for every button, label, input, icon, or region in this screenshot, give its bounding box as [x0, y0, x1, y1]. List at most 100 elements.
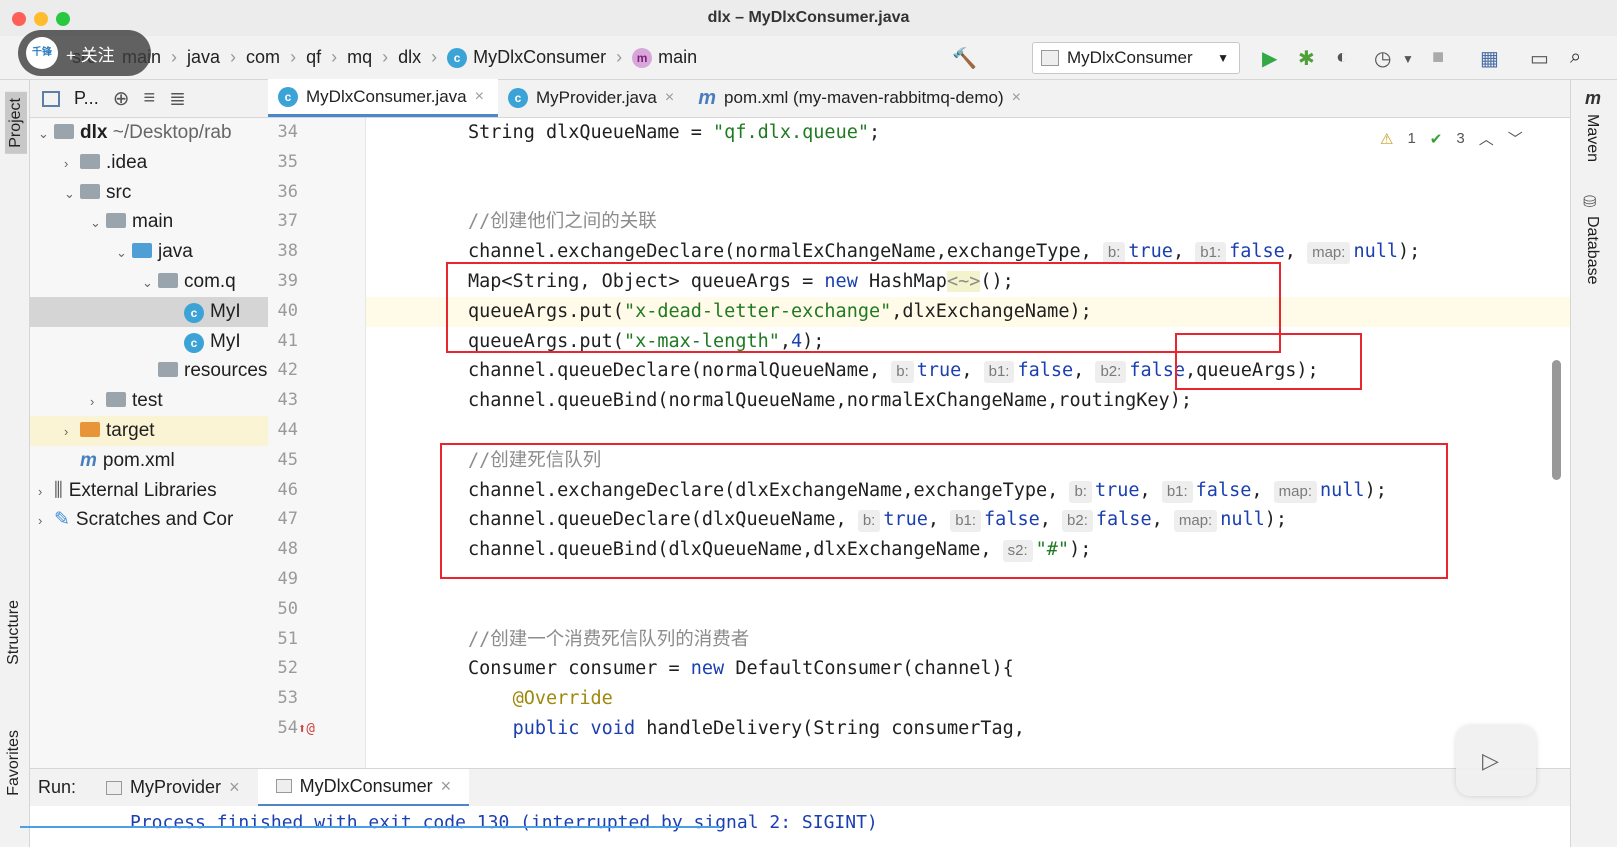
debug-bug-icon[interactable]: ✱ — [1298, 46, 1315, 71]
profile-icon[interactable]: ◷ — [1374, 46, 1391, 71]
tree-item[interactable]: resources — [30, 356, 268, 386]
expand-all-icon[interactable]: ≡ — [143, 87, 155, 110]
breadcrumb-item[interactable]: java — [187, 47, 220, 68]
line-number: 53 — [277, 688, 298, 709]
close-icon[interactable]: × — [229, 777, 240, 798]
stop-icon[interactable]: ■ — [1432, 46, 1444, 69]
minimize-window-button[interactable] — [34, 12, 48, 26]
inspection-status[interactable]: ⚠ 1 ✔ 3 ︿ ﹀ — [1380, 128, 1523, 149]
chevron-down-icon[interactable]: ﹀ — [1508, 128, 1523, 149]
breadcrumb-item[interactable]: mq — [347, 47, 372, 68]
editor-scrollbar[interactable] — [1552, 360, 1561, 480]
tab-maven[interactable]: Maven — [1583, 114, 1601, 162]
tree-item-label: MyI — [210, 330, 241, 352]
project-view-select[interactable]: P... — [74, 88, 99, 109]
warning-count: 1 — [1407, 130, 1416, 147]
breadcrumb-item[interactable]: m main — [632, 47, 697, 68]
breadcrumb-item[interactable]: qf — [306, 47, 321, 68]
run-console[interactable]: Process finished with exit code 130 (int… — [20, 806, 1570, 847]
window-layout-icon[interactable]: ▭ — [1530, 46, 1549, 71]
folder-icon — [158, 272, 178, 288]
tree-item[interactable]: c MyI — [30, 327, 268, 357]
tab-project[interactable]: Project — [5, 92, 27, 154]
code-line[interactable]: Consumer consumer = new DefaultConsumer(… — [366, 654, 1570, 684]
line-number: 49 — [277, 568, 298, 589]
run-icon[interactable]: ▶ — [1262, 46, 1277, 71]
build-hammer-icon[interactable]: 🔨 — [952, 46, 977, 71]
coverage-icon[interactable]: ◐ — [1336, 46, 1348, 69]
chevron-down-icon[interactable]: ▼ — [1402, 52, 1414, 66]
tab-favorites[interactable]: Favorites — [5, 730, 23, 796]
code-line[interactable]: public void handleDelivery(String consum… — [366, 714, 1570, 744]
close-icon[interactable]: × — [441, 776, 452, 797]
tree-item[interactable]: m pom.xml — [30, 446, 268, 476]
line-number: 38 — [277, 241, 298, 262]
tree-item[interactable]: › ⫼ External Libraries — [30, 476, 268, 506]
window-controls — [12, 12, 70, 26]
chevron-right-icon[interactable]: › — [38, 477, 54, 507]
chevron-right-icon[interactable]: › — [38, 506, 54, 536]
code-line[interactable] — [366, 148, 1570, 178]
search-icon[interactable]: ⌕ — [1570, 46, 1581, 69]
code-line[interactable]: //创建一个消费死信队列的消费者 — [366, 625, 1570, 655]
close-icon[interactable]: × — [1012, 89, 1021, 107]
breadcrumb-label: dlx — [398, 47, 422, 67]
chevron-right-icon[interactable]: › — [64, 149, 80, 179]
tab-label: MyProvider.java — [535, 88, 657, 107]
maven-icon: m — [1585, 88, 1602, 108]
breadcrumb-item[interactable]: c MyDlxConsumer — [447, 47, 606, 68]
class-icon: c — [278, 86, 298, 107]
editor-tab[interactable]: c MyDlxConsumer.java × — [268, 79, 498, 117]
line-number: 46 — [277, 479, 298, 500]
close-icon[interactable]: × — [665, 89, 674, 107]
breadcrumb-item[interactable]: com — [246, 47, 280, 68]
chevron-down-icon[interactable]: ⌄ — [116, 238, 132, 268]
video-player-button[interactable]: ▷ — [1456, 726, 1536, 796]
code-line[interactable] — [366, 416, 1570, 446]
code-line[interactable]: channel.queueDeclare(normalQueueName, b:… — [366, 356, 1570, 386]
tree-item[interactable]: › ✎ Scratches and Cor — [30, 505, 268, 535]
zoom-window-button[interactable] — [56, 12, 70, 26]
tree-item[interactable]: ⌄ main — [30, 207, 268, 237]
editor-tab[interactable]: c MyProvider.java × — [498, 79, 688, 117]
chevron-right-icon[interactable]: › — [64, 417, 80, 447]
tree-item[interactable]: ⌄ java — [30, 237, 268, 267]
run-config-icon — [106, 780, 123, 795]
code-line[interactable]: //创建他们之间的关联 — [366, 207, 1570, 237]
breadcrumb-item[interactable]: dlx — [398, 47, 421, 68]
editor-tab[interactable]: m pom.xml (my-maven-rabbitmq-demo) × — [688, 79, 1035, 117]
chevron-right-icon[interactable]: › — [90, 387, 106, 417]
code-line[interactable]: channel.queueBind(normalQueueName,normal… — [366, 386, 1570, 416]
chevron-down-icon[interactable]: ⌄ — [64, 179, 80, 209]
run-tab[interactable]: MyProvider × — [88, 769, 258, 807]
tree-item[interactable]: › test — [30, 386, 268, 416]
close-window-button[interactable] — [12, 12, 26, 26]
run-configuration-select[interactable]: MyDlxConsumer ▼ — [1032, 42, 1240, 74]
run-tab[interactable]: MyDlxConsumer × — [257, 768, 470, 807]
tab-database[interactable]: Database — [1583, 216, 1601, 285]
locate-icon[interactable]: ⊕ — [113, 86, 130, 111]
breadcrumb-separator: › — [382, 47, 389, 67]
tree-item[interactable]: ⌄ com.q — [30, 267, 268, 297]
chevron-down-icon[interactable]: ⌄ — [90, 208, 106, 238]
tree-item[interactable]: › .idea — [30, 148, 268, 178]
chevron-down-icon[interactable]: ⌄ — [142, 268, 158, 298]
code-line[interactable]: @Override — [366, 684, 1570, 714]
line-number: 36 — [277, 181, 298, 202]
library-icon: ⫼ — [54, 479, 63, 501]
close-icon[interactable]: × — [475, 88, 484, 106]
code-line[interactable] — [366, 178, 1570, 208]
follow-overlay[interactable]: 千锋 + 关注 — [18, 30, 151, 76]
warning-icon: ⚠ — [1380, 130, 1394, 148]
tab-structure[interactable]: Structure — [5, 600, 23, 665]
tree-item[interactable]: ⌄ src — [30, 178, 268, 208]
collapse-all-icon[interactable]: ≣ — [169, 86, 186, 111]
tree-item[interactable]: › target — [30, 415, 268, 447]
tree-item-label: target — [106, 419, 155, 441]
code-line[interactable] — [366, 595, 1570, 625]
project-structure-icon[interactable]: ▦ — [1480, 46, 1499, 71]
tree-item[interactable]: c MyI — [30, 296, 268, 327]
tree-item[interactable]: ⌄ dlx ~/Desktop/rab — [30, 118, 268, 148]
chevron-up-icon[interactable]: ︿ — [1479, 128, 1494, 149]
chevron-down-icon[interactable]: ⌄ — [38, 119, 54, 149]
